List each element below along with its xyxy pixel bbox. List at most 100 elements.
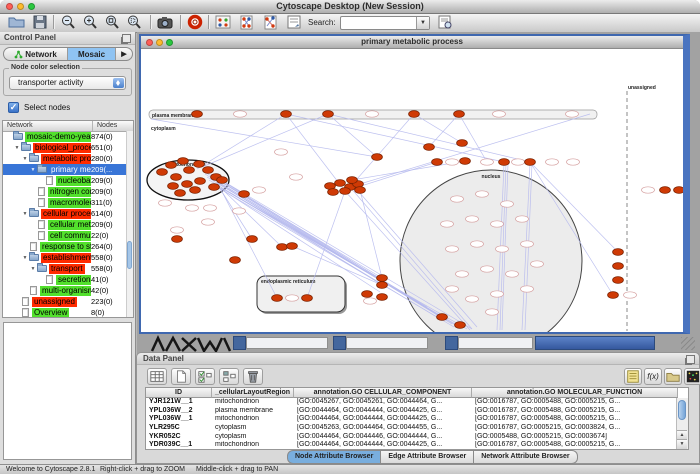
tree-row[interactable]: cellular metabol209(0): [3, 219, 127, 230]
graph-node[interactable]: [454, 111, 465, 118]
graph-node[interactable]: [302, 295, 313, 302]
graph-node[interactable]: [323, 111, 334, 118]
graph-node[interactable]: [209, 184, 220, 191]
graph-node[interactable]: [175, 190, 186, 197]
graph-node[interactable]: [194, 161, 205, 168]
graph-node[interactable]: [613, 277, 624, 284]
graph-node[interactable]: [432, 159, 443, 166]
graph-node[interactable]: [674, 187, 683, 194]
background-window-thumbnail[interactable]: [458, 337, 533, 349]
disclosure-arrow-icon[interactable]: ▼: [21, 156, 29, 162]
window-titlebar[interactable]: Cytoscape Desktop (New Session): [0, 0, 700, 14]
tree-row[interactable]: ▼primary metabo209(...: [3, 164, 127, 175]
table-row[interactable]: YDR039C__1mitochondrion[GO:0044464, GO:0…: [146, 441, 678, 450]
background-window-fragment[interactable]: [333, 336, 346, 350]
graph-node[interactable]: [190, 187, 201, 194]
tab-edge-attribute-browser[interactable]: Edge Attribute Browser: [381, 450, 474, 464]
graph-node[interactable]: [377, 282, 388, 289]
background-window-fragment[interactable]: [233, 336, 246, 350]
column-header[interactable]: _cellularLayoutRegion: [212, 388, 294, 398]
network-canvas[interactable]: plasma membranecytoplasmmitochondrionnuc…: [141, 49, 683, 332]
tree-scrollbar-thumb[interactable]: [127, 241, 132, 269]
tab-node-attribute-browser[interactable]: Node Attribute Browser: [287, 450, 381, 464]
tree-row[interactable]: response to stimulu264(0): [3, 241, 127, 252]
column-header[interactable]: annotation.GO CELLULAR_COMPONENT: [294, 388, 472, 398]
graph-node[interactable]: [217, 177, 228, 184]
zoom-selected-icon[interactable]: [126, 14, 144, 30]
column-header[interactable]: ID: [146, 388, 212, 398]
tree-scrollbar[interactable]: [126, 131, 133, 317]
graph-node[interactable]: [230, 257, 241, 264]
search-input[interactable]: [342, 17, 416, 29]
graph-node[interactable]: [287, 243, 298, 250]
tree-row[interactable]: secretion41(0): [3, 274, 127, 285]
zoom-fit-icon[interactable]: [104, 14, 122, 30]
delete-attribute-trash-icon[interactable]: [243, 368, 263, 385]
tree-row[interactable]: ▼metabolic process280(0): [3, 153, 127, 164]
background-window-titlebar-fragment[interactable]: [535, 336, 655, 350]
graph-node[interactable]: [247, 236, 258, 243]
node-color-dropdown[interactable]: transporter activity: [9, 76, 126, 90]
snapshot-camera-icon[interactable]: [156, 14, 174, 30]
open-file-icon[interactable]: [8, 14, 26, 30]
tree-row[interactable]: macromolecule311(0): [3, 197, 127, 208]
graph-node[interactable]: [281, 111, 292, 118]
table-row[interactable]: YPL036W__1mitochondrion[GO:0044464, GO:0…: [146, 415, 678, 424]
tree-row[interactable]: unassigned223(0): [3, 296, 127, 307]
tree-row[interactable]: ▼biological_process651(0): [3, 142, 127, 153]
graph-node[interactable]: [377, 294, 388, 301]
help-lifering-icon[interactable]: [186, 14, 204, 30]
vizmapper-icon[interactable]: [214, 14, 232, 30]
graph-node[interactable]: [377, 275, 388, 282]
attribute-table-icon[interactable]: [147, 368, 167, 385]
disclosure-arrow-icon[interactable]: ▼: [29, 167, 37, 173]
tree-row[interactable]: multi-organism pro42(0): [3, 285, 127, 296]
select-nodes-checkbox[interactable]: [8, 102, 19, 113]
graph-node[interactable]: [608, 292, 619, 299]
notes-icon[interactable]: [624, 368, 642, 385]
graph-node[interactable]: [347, 177, 358, 184]
graph-node[interactable]: [613, 263, 624, 270]
search-dropdown-arrow[interactable]: ▼: [416, 17, 429, 29]
graph-node[interactable]: [660, 187, 671, 194]
graph-node[interactable]: [182, 181, 193, 188]
matrix-icon[interactable]: [684, 368, 700, 385]
annotation-icon[interactable]: [285, 14, 303, 30]
search-box[interactable]: ▼: [340, 16, 430, 30]
advanced-search-icon[interactable]: [436, 14, 454, 30]
tree-row[interactable]: ▼transport558(0): [3, 263, 127, 274]
tree-row[interactable]: nucleobase-209(0): [3, 175, 127, 186]
tab-network-attribute-browser[interactable]: Network Attribute Browser: [474, 450, 577, 464]
graph-node[interactable]: [424, 144, 435, 151]
zoom-out-icon[interactable]: [60, 14, 78, 30]
tree-row[interactable]: Overview8(0): [3, 307, 127, 318]
graph-node[interactable]: [166, 162, 177, 169]
select-attributes-icon[interactable]: [195, 368, 215, 385]
graph-node[interactable]: [168, 183, 179, 190]
layout-nodes-icon[interactable]: [237, 14, 255, 30]
float-panel-icon[interactable]: [122, 34, 131, 43]
table-row[interactable]: YKR052Ccytoplasm[GO:0044464, GO:0044446,…: [146, 433, 678, 442]
table-row[interactable]: YPL036W__2plasma membrane[GO:0044464, GO…: [146, 407, 678, 416]
graph-node[interactable]: [184, 167, 195, 174]
more-tabs-button[interactable]: ▶: [116, 48, 132, 60]
graph-node[interactable]: [277, 244, 288, 251]
graph-node[interactable]: [192, 111, 203, 118]
tree-header-network[interactable]: Network: [7, 122, 33, 129]
scroll-down-button[interactable]: ▼: [677, 439, 687, 449]
graph-node[interactable]: [178, 158, 189, 165]
float-panel-icon[interactable]: [686, 355, 695, 364]
tree-row[interactable]: ▼cellular process614(0): [3, 208, 127, 219]
table-row[interactable]: YLR295Ccytoplasm[GO:0045263, GO:0044464,…: [146, 424, 678, 433]
graph-node[interactable]: [437, 314, 448, 321]
tree-row[interactable]: ▼establishment of lo558(0): [3, 252, 127, 263]
layout-edges-icon[interactable]: [261, 14, 279, 30]
graph-node[interactable]: [457, 140, 468, 147]
network-window-titlebar[interactable]: primary metabolic process: [141, 36, 683, 49]
table-scrollbar[interactable]: ▲ ▼: [676, 398, 688, 449]
table-scrollbar-thumb[interactable]: [678, 400, 686, 420]
graph-node[interactable]: [613, 249, 624, 256]
graph-node[interactable]: [335, 180, 346, 187]
graph-node[interactable]: [455, 322, 466, 329]
graph-node[interactable]: [460, 158, 471, 165]
